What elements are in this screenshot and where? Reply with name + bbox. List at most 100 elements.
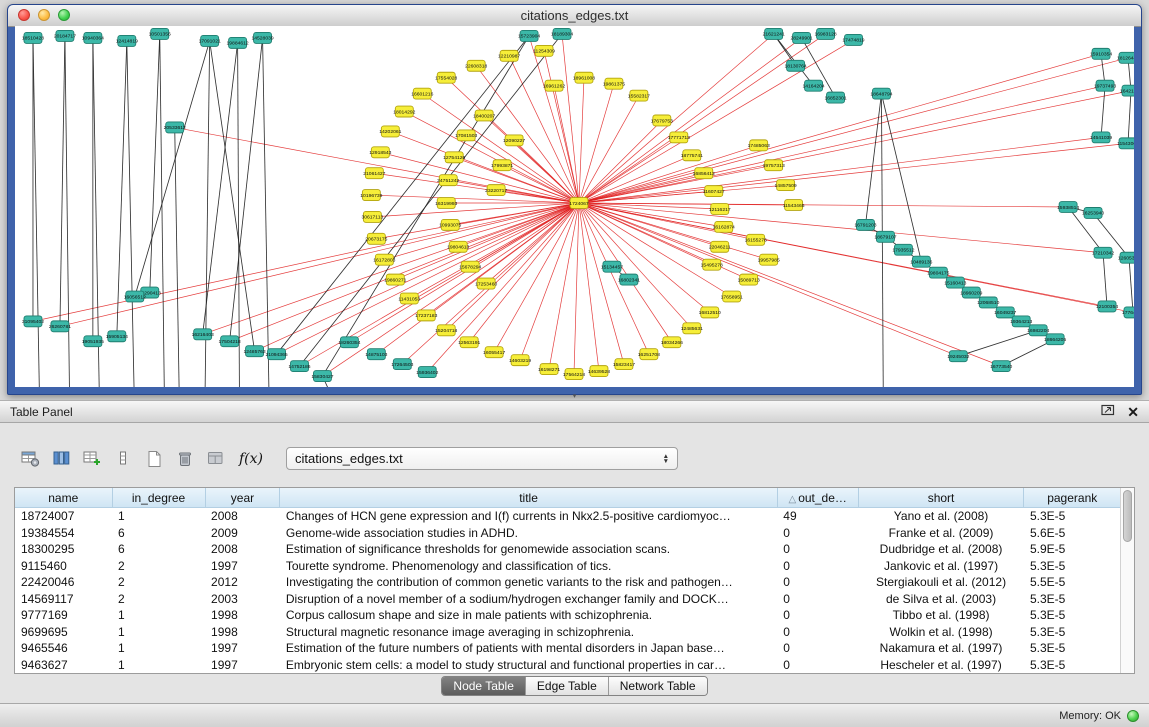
graph-node[interactable]: 17264503 [391, 359, 413, 370]
graph-node[interactable]: 22046211 [709, 241, 731, 252]
tab-network-table[interactable]: Network Table [608, 677, 707, 695]
table-scrollbar-thumb[interactable] [1123, 490, 1132, 542]
graph-node[interactable]: 15830427 [311, 371, 333, 382]
graph-node[interactable]: 17564218 [563, 369, 585, 380]
graph-node[interactable]: 11543465 [783, 200, 805, 211]
new-table-icon[interactable] [142, 448, 166, 470]
graph-node[interactable]: 12754126 [443, 152, 465, 163]
graph-node[interactable]: 17554028 [435, 72, 457, 83]
column-header-year[interactable]: year [205, 488, 280, 508]
table-row[interactable]: 977716911998Corpus callosum shape and si… [15, 607, 1120, 623]
graph-node[interactable]: 15495278 [701, 259, 723, 270]
column-header-title[interactable]: title [280, 488, 777, 508]
graph-node[interactable]: 17210342 [1092, 247, 1114, 258]
graph-node[interactable]: 10993075 [439, 219, 461, 230]
graph-node[interactable]: 12563191 [458, 337, 480, 348]
graph-node[interactable]: 16812510 [699, 307, 721, 318]
graph-node[interactable]: 14202061 [379, 126, 401, 137]
graph-node[interactable]: 17253460 [475, 278, 497, 289]
graph-node[interactable]: 17474819 [842, 34, 864, 45]
column-header-out_degree[interactable]: △out_de… [777, 488, 858, 508]
graph-node[interactable]: 28249901 [791, 32, 813, 43]
graph-node[interactable]: 15678294 [459, 261, 481, 272]
graph-node[interactable]: 16791203 [854, 219, 876, 230]
graph-node[interactable]: 16421508 [1120, 85, 1134, 96]
graph-node[interactable]: 18189304 [551, 28, 573, 39]
graph-node[interactable]: 15089713 [738, 274, 760, 285]
table-row[interactable]: 969969511998Structural magnetic resonanc… [15, 623, 1120, 639]
graph-node[interactable]: 15134457 [601, 261, 623, 272]
table-row[interactable]: 1456911722003Disruption of a novel membe… [15, 590, 1120, 606]
table-row[interactable]: 1938455462009Genome-wide association stu… [15, 525, 1120, 541]
graph-node[interactable]: 11254309 [533, 45, 555, 56]
graph-node[interactable]: 12414819 [116, 35, 138, 46]
table-row[interactable]: 946362711997Embryonic stem cells: a mode… [15, 656, 1120, 673]
graph-node[interactable]: 19804613 [447, 241, 469, 252]
graph-node[interactable]: 19884612 [227, 37, 249, 48]
network-window-titlebar[interactable]: citations_edges.txt [8, 5, 1141, 27]
graph-node[interactable]: 12485631 [681, 323, 703, 334]
graph-node[interactable]: 19757313 [763, 160, 785, 171]
graph-node[interactable]: 16773540 [990, 361, 1012, 372]
column-header-short[interactable]: short [858, 488, 1024, 508]
graph-node[interactable]: 16601216 [411, 88, 433, 99]
graph-node[interactable]: 15936402 [416, 367, 438, 378]
table-row[interactable]: 911546021997Tourette syndrome. Phenomeno… [15, 557, 1120, 573]
graph-node[interactable]: 19861375 [603, 78, 625, 89]
graph-node[interactable]: 12068510 [977, 297, 999, 308]
graph-node[interactable]: 21061427 [363, 168, 385, 179]
graph-node[interactable]: 14875103 [365, 349, 387, 360]
graph-node[interactable]: 17679753 [651, 115, 673, 126]
close-window-button[interactable] [18, 9, 30, 21]
graph-node[interactable]: 12485763 [243, 346, 265, 357]
graph-node[interactable]: 15910354 [1090, 48, 1112, 59]
graph-node[interactable]: 24751242 [437, 175, 459, 186]
graph-node[interactable]: 14603219 [509, 355, 531, 366]
graph-node[interactable]: 16253940 [1082, 207, 1104, 218]
graph-node[interactable]: 19860271 [384, 274, 406, 285]
graph-node[interactable]: 18961008 [573, 72, 595, 83]
graph-node[interactable]: 21094365 [265, 349, 287, 360]
function-builder-button[interactable]: f(x) [235, 448, 267, 470]
graph-node[interactable]: 16852301 [824, 92, 846, 103]
graph-node[interactable]: 12100354 [1096, 301, 1118, 312]
graph-node[interactable]: 16982204 [1027, 325, 1049, 336]
graph-node[interactable]: 19804175 [927, 267, 949, 278]
graph-node[interactable]: 17935512 [892, 244, 914, 255]
graph-node[interactable]: 18648794 [870, 88, 892, 99]
graph-node[interactable]: 12090227 [503, 135, 525, 146]
graph-node[interactable]: 14541039 [1090, 132, 1112, 143]
graph-node[interactable]: 16802341 [618, 274, 640, 285]
graph-node[interactable]: 17658951 [721, 291, 743, 302]
graph-node[interactable]: 17764103 [1122, 307, 1134, 318]
show-columns-icon[interactable] [49, 448, 73, 470]
graph-node[interactable]: 14639528 [588, 366, 610, 377]
graph-node[interactable]: 17237183 [415, 310, 437, 321]
graph-node[interactable]: 20673175 [365, 233, 387, 244]
graph-node[interactable]: 18130764 [785, 60, 807, 71]
graph-node[interactable]: 19364213 [1010, 316, 1032, 327]
close-panel-icon[interactable]: ✕ [1127, 405, 1139, 419]
graph-node[interactable]: 16251708 [638, 349, 660, 360]
graph-node[interactable]: 16961262 [543, 80, 565, 91]
network-canvas[interactable]: 1724067112543091221098722608318175540281… [15, 26, 1134, 387]
graph-node[interactable]: 18126442 [1117, 52, 1134, 63]
graph-node[interactable]: 16056512 [124, 291, 146, 302]
graph-node[interactable]: 1724067 [569, 198, 589, 209]
graph-node[interactable]: 18960209 [960, 287, 982, 298]
graph-node[interactable]: 15204718 [435, 325, 457, 336]
table-scrollbar[interactable] [1120, 488, 1134, 673]
graph-node[interactable]: 17091021 [199, 35, 221, 46]
graph-node[interactable]: 16319993 [435, 198, 457, 209]
column-narrow-icon[interactable] [111, 448, 135, 470]
column-header-pagerank[interactable]: pagerank [1024, 488, 1120, 508]
graph-node[interactable]: 16172803 [373, 254, 395, 265]
graph-node[interactable]: 31095402 [22, 316, 44, 327]
graph-node[interactable]: 14752186 [288, 361, 310, 372]
graph-node[interactable]: 16198271 [538, 364, 560, 375]
graph-node[interactable]: 15582317 [628, 90, 650, 101]
graph-node[interactable]: 21621241 [763, 28, 785, 39]
graph-node[interactable]: 16983128 [814, 28, 836, 39]
graph-node[interactable]: 18510428 [22, 32, 44, 43]
graph-node[interactable]: 10196739 [360, 190, 382, 201]
